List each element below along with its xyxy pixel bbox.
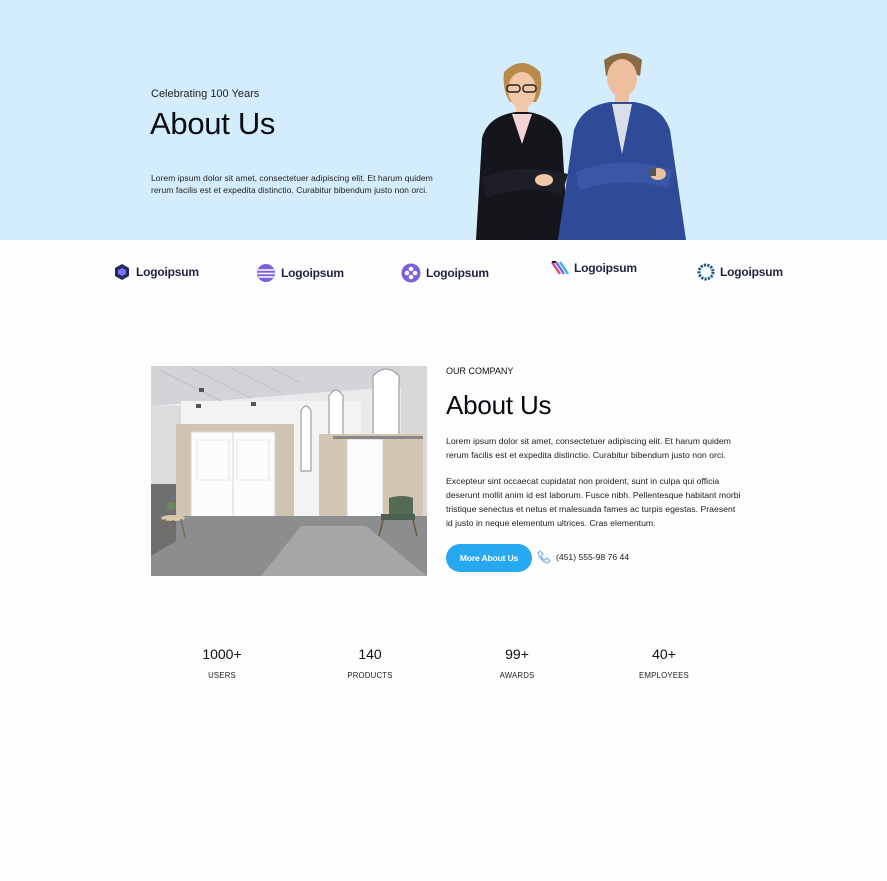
globe-stripes-logo-icon [257, 264, 275, 282]
partner-logo-label: Logoipsum [574, 261, 637, 275]
stat-value: 99+ [505, 646, 529, 662]
phone-number[interactable]: (451) 555-98 76 44 [556, 552, 629, 562]
partner-logo-3[interactable]: Logoipsum [401, 263, 489, 283]
stat-value: 1000+ [202, 646, 242, 662]
partner-logo-2[interactable]: Logoipsum [256, 263, 344, 283]
hero-title: About Us [150, 106, 276, 141]
stat-label: EMPLOYEES [639, 671, 689, 680]
ring-logo-icon [697, 263, 715, 281]
stat-value: 140 [358, 646, 382, 662]
partner-logo-5[interactable]: Logoipsum [697, 263, 783, 281]
stat-products: 140 PRODUCTS [295, 646, 445, 680]
phone-icon [537, 550, 551, 564]
about-paragraph-1: Lorem ipsum dolor sit amet, consectetuer… [446, 436, 731, 460]
stat-label: PRODUCTS [347, 671, 393, 680]
partner-logo-label: Logoipsum [281, 266, 344, 280]
partner-logos-row: Logoipsum Logoipsum Logoipsum Logoipsum [0, 255, 887, 295]
about-paragraph-2: Excepteur sint occaecat cupidatat non pr… [446, 476, 741, 528]
hero-text: Lorem ipsum dolor sit amet, consectetuer… [151, 173, 433, 195]
more-about-us-button[interactable]: More About Us [446, 544, 532, 572]
hero-subtitle: Celebrating 100 Years [151, 88, 260, 100]
stripes-logo-icon [551, 261, 569, 275]
stat-value: 40+ [652, 646, 676, 662]
about-eyebrow: OUR COMPANY [446, 366, 514, 376]
hero-section: Celebrating 100 Years About Us Lorem ips… [0, 0, 887, 240]
stat-employees: 40+ EMPLOYEES [589, 646, 739, 680]
diamond-circle-logo-icon [401, 263, 421, 283]
hero-people-image [476, 53, 686, 240]
partner-logo-label: Logoipsum [426, 266, 489, 280]
hexagon-logo-icon [115, 264, 129, 280]
stat-awards: 99+ AWARDS [442, 646, 592, 680]
stat-label: USERS [208, 671, 236, 680]
partner-logo-label: Logoipsum [720, 265, 783, 279]
woman-figure [476, 63, 568, 240]
partner-logo-4[interactable]: Logoipsum [551, 261, 637, 275]
stat-users: 1000+ USERS [147, 646, 297, 680]
partner-logo-1[interactable]: Logoipsum [113, 263, 199, 281]
stat-label: AWARDS [499, 671, 535, 680]
man-figure [558, 53, 686, 240]
partner-logo-label: Logoipsum [136, 265, 199, 279]
about-title: About Us [446, 390, 552, 420]
showroom-photo [151, 366, 427, 576]
